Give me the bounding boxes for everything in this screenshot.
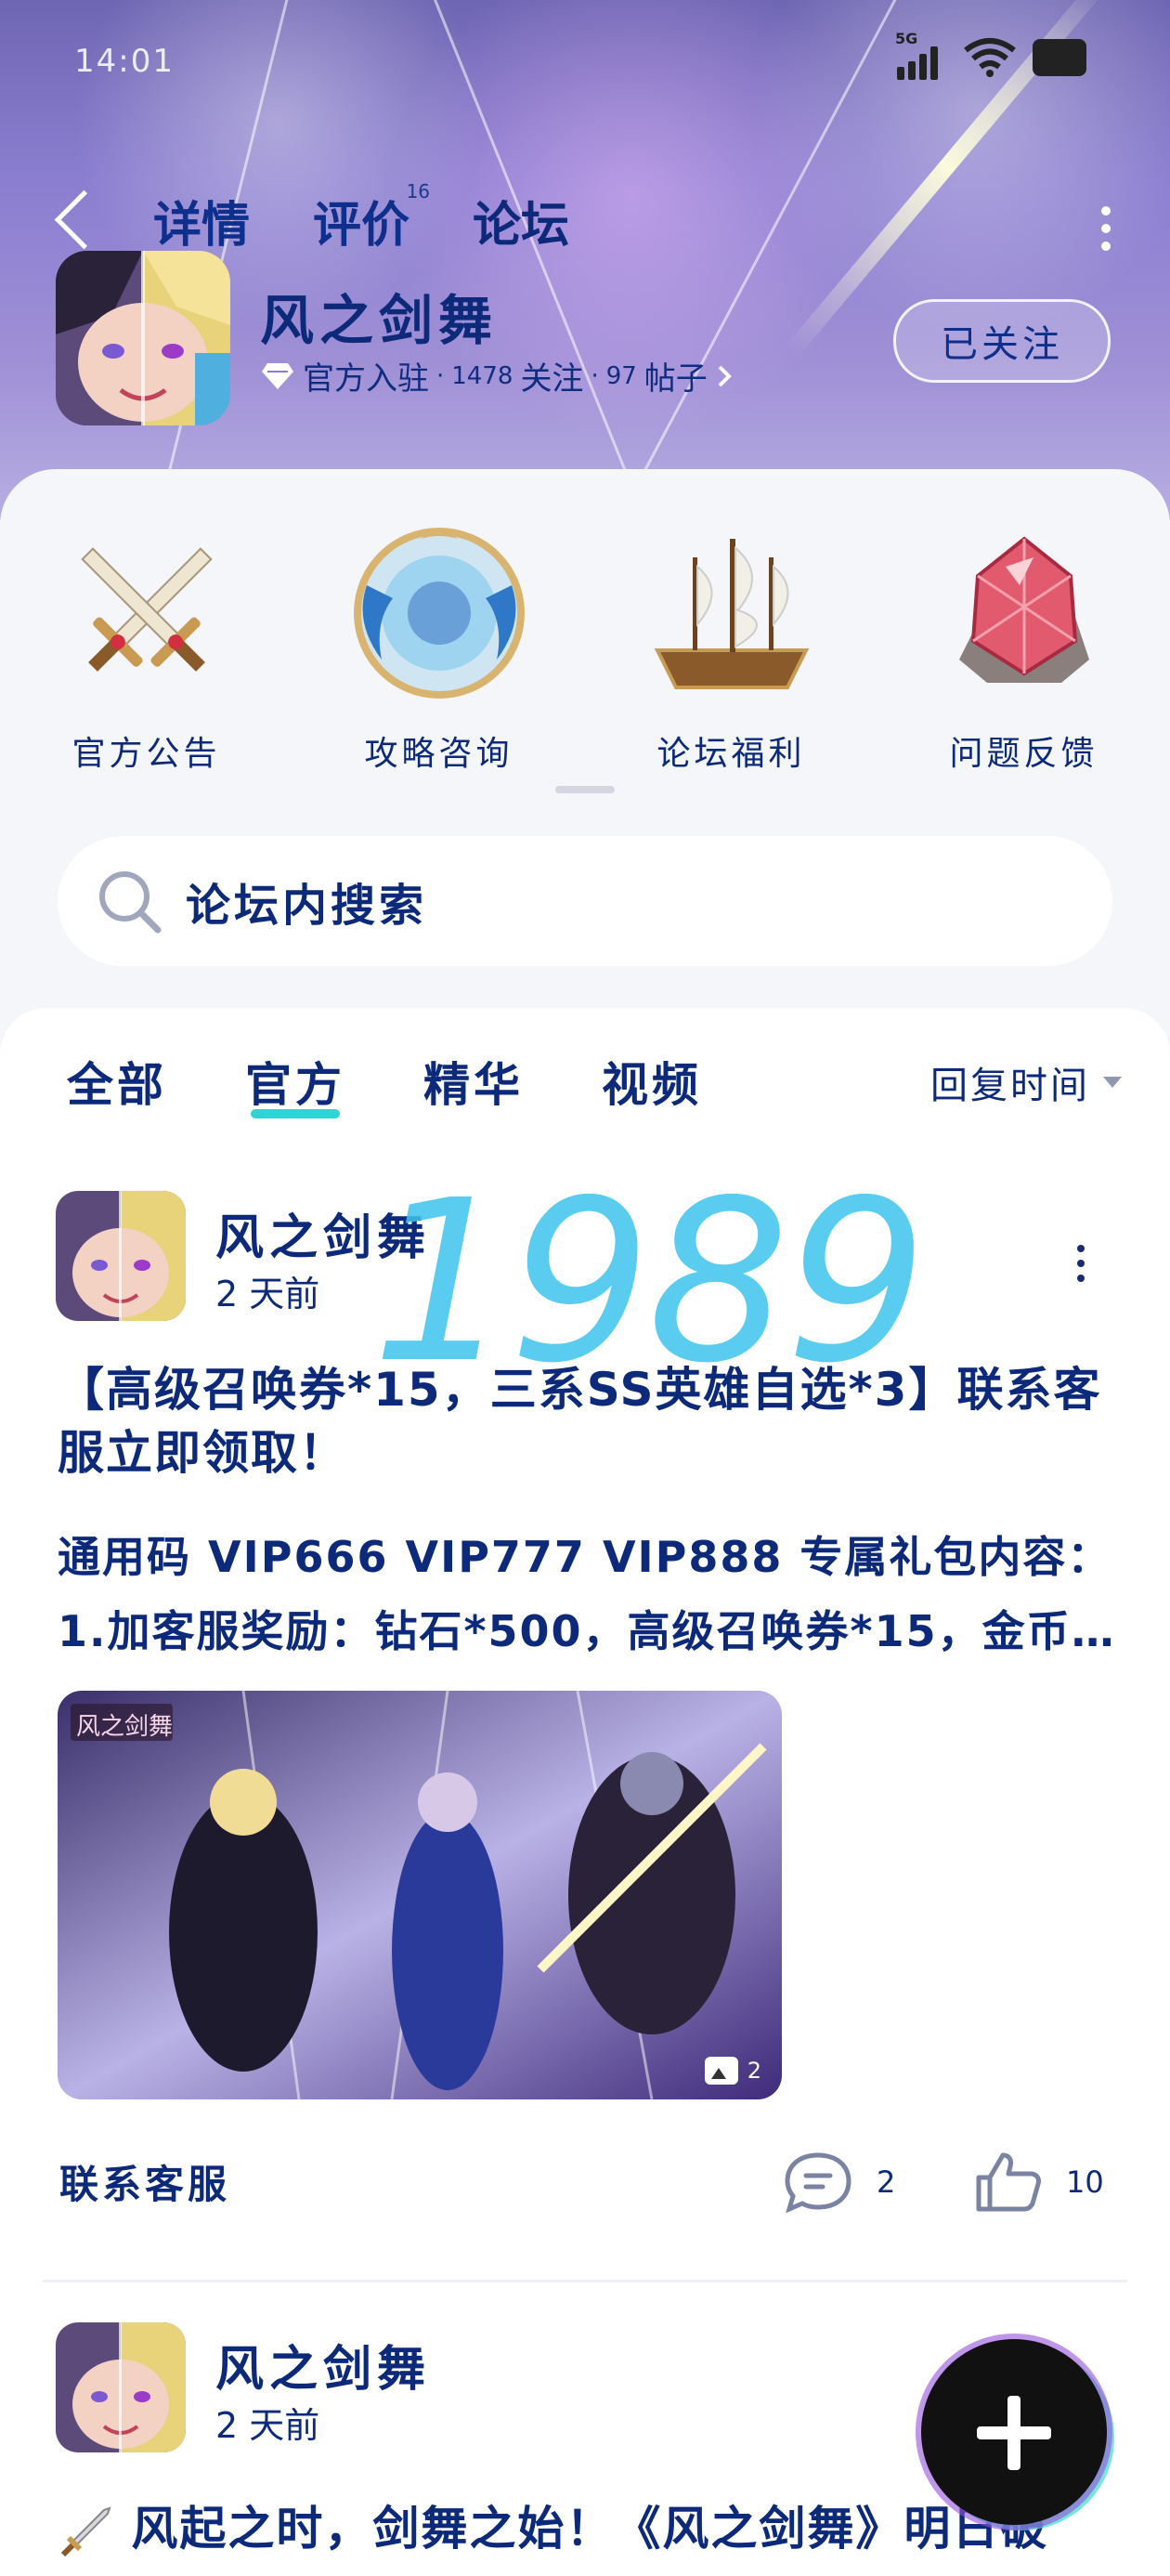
- feature-label: 攻略咨询: [364, 735, 514, 773]
- comment-button[interactable]: 2: [782, 2150, 895, 2215]
- author-name[interactable]: 风之剑舞: [215, 2330, 431, 2399]
- tab-details-label: 详情: [153, 198, 251, 254]
- image-count-badge: 2: [704, 2057, 761, 2085]
- post-label: 帖子: [644, 360, 708, 398]
- caret-down-icon: [1103, 1077, 1122, 1088]
- feature-official-notice[interactable]: 官方公告: [0, 520, 292, 775]
- crossed-swords-icon: [80, 547, 213, 672]
- search-placeholder: 论坛内搜索: [186, 880, 428, 932]
- header-tabs: 详情 评价 16 论坛: [153, 180, 578, 255]
- tab-forum-label: 论坛: [473, 198, 570, 254]
- filter-label: 视频: [602, 1058, 702, 1112]
- sword-icon: [60, 2505, 111, 2556]
- tab-forum[interactable]: 论坛: [465, 186, 578, 255]
- diamond-icon: [262, 362, 293, 389]
- post-tag[interactable]: 联系客服: [59, 2153, 230, 2210]
- like-button[interactable]: 10: [973, 2150, 1104, 2215]
- wifi-icon: [964, 37, 1016, 78]
- create-post-button[interactable]: [921, 2339, 1107, 2525]
- post-title[interactable]: 【高级召唤券*15，三系SS英雄自选*3】联系客服立即领取！: [58, 1358, 1116, 1484]
- status-time: 14:01: [74, 43, 175, 80]
- image-count: 2: [747, 2058, 761, 2084]
- carousel-indicator: [555, 786, 615, 793]
- sort-label: 回复时间: [930, 1065, 1090, 1107]
- author-avatar[interactable]: [56, 2322, 186, 2452]
- post-count: 97: [605, 361, 637, 390]
- tab-details[interactable]: 详情: [153, 186, 250, 255]
- back-button[interactable]: [54, 190, 114, 250]
- follow-button[interactable]: 已关注: [893, 299, 1111, 383]
- game-name: 风之剑舞: [260, 289, 499, 352]
- follower-count: 1478: [451, 361, 514, 390]
- search-bar[interactable]: 论坛内搜索: [58, 836, 1112, 966]
- comment-icon: [785, 2152, 852, 2214]
- post-time: 2 天前: [215, 2405, 320, 2446]
- post-title-text: 风起之时，剑舞之始！《风之剑舞》明日破: [131, 2502, 1049, 2556]
- image-icon: [704, 2057, 738, 2085]
- official-label: 官方入驻: [303, 360, 429, 398]
- follower-label: 关注: [520, 360, 584, 398]
- search-icon: [99, 871, 162, 934]
- ship-icon: [654, 539, 809, 689]
- filter-all[interactable]: 全部: [67, 1048, 167, 1115]
- signal-icon: 5G: [895, 30, 947, 80]
- filter-label: 全部: [67, 1058, 167, 1112]
- comment-count: 2: [877, 2164, 896, 2200]
- feature-label: 问题反馈: [949, 735, 1098, 773]
- feature-shortcuts: 官方公告 攻略咨询 论坛福利 问题反馈: [0, 520, 1170, 775]
- post-excerpt[interactable]: 通用码 VIP666 VIP777 VIP888 专属礼包内容： 1.加客服奖励…: [58, 1520, 1116, 1668]
- author-avatar[interactable]: [56, 1191, 186, 1321]
- game-meta[interactable]: 官方入驻 · 1478 关注 · 97 帖子: [260, 353, 734, 399]
- filter-video[interactable]: 视频: [602, 1048, 702, 1115]
- post-divider: [43, 2280, 1127, 2282]
- tab-reviews[interactable]: 评价 16: [313, 180, 430, 255]
- post-more-button[interactable]: [1077, 1245, 1086, 1282]
- post-time: 2 天前: [215, 1274, 320, 1314]
- post-title[interactable]: 风起之时，剑舞之始！《风之剑舞》明日破: [58, 2491, 1048, 2560]
- feature-label: 官方公告: [72, 735, 221, 773]
- post-image[interactable]: 风之剑舞 2: [58, 1691, 782, 2099]
- sort-dropdown[interactable]: 回复时间: [930, 1055, 1122, 1109]
- feature-label: 论坛福利: [656, 735, 806, 773]
- banner-art-line: [627, 0, 936, 502]
- more-options-button[interactable]: [1101, 206, 1112, 251]
- feature-feedback[interactable]: 问题反馈: [878, 520, 1170, 775]
- review-count-badge: 16: [406, 180, 431, 203]
- chevron-right-icon: [718, 365, 732, 386]
- filter-official[interactable]: 官方: [245, 1048, 345, 1118]
- game-icon[interactable]: [56, 251, 230, 425]
- image-logo-text: 风之剑舞: [76, 1713, 174, 1741]
- network-label: 5G: [895, 30, 918, 47]
- battery-icon: [1033, 39, 1086, 76]
- filter-label: 精华: [423, 1058, 524, 1112]
- dragon-emblem-icon: [353, 528, 525, 699]
- banner-art-line: [397, 0, 645, 517]
- red-gem-icon: [958, 536, 1089, 683]
- thumbs-up-icon: [976, 2152, 1041, 2212]
- filter-label: 官方: [245, 1058, 345, 1112]
- feature-forum-perks[interactable]: 论坛福利: [585, 520, 878, 775]
- tab-reviews-label: 评价: [313, 198, 410, 254]
- like-count: 10: [1066, 2164, 1104, 2200]
- feature-strategy[interactable]: 攻略咨询: [292, 520, 585, 775]
- header-banner: 14:01 5G 详情 评价 16 论坛 风之剑舞 官方入驻 · 1478 关注…: [0, 0, 1170, 520]
- filter-tabs: 全部 官方 精华 视频: [67, 1048, 702, 1118]
- status-icons: 5G: [895, 30, 1086, 80]
- active-filter-indicator: [251, 1109, 340, 1118]
- post-artwork: [58, 1691, 782, 2099]
- filter-featured[interactable]: 精华: [423, 1048, 524, 1115]
